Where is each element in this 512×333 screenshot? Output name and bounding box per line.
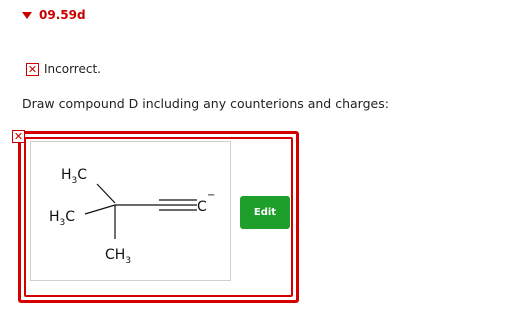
x-mark-icon: ✕ xyxy=(26,62,39,76)
edit-button[interactable]: Edit xyxy=(240,196,290,229)
status-row: ✕ Incorrect. xyxy=(26,62,101,76)
terminal-carbon-label: C xyxy=(197,199,207,215)
top-methyl-label: H3C xyxy=(61,167,87,186)
score-label: 09.59d xyxy=(39,8,86,22)
status-text: Incorrect. xyxy=(44,62,101,76)
bond-top xyxy=(96,183,116,204)
incorrect-corner-icon: ✕ xyxy=(12,130,25,143)
left-methyl-label: H3C xyxy=(49,209,75,228)
molecule-canvas[interactable]: H3C H3C CH3 C − xyxy=(30,141,231,281)
collapse-caret-icon[interactable] xyxy=(22,11,32,19)
question-prompt: Draw compound D including any counterion… xyxy=(22,96,389,111)
negative-charge-label: − xyxy=(207,190,215,201)
bottom-methyl-label: CH3 xyxy=(105,247,131,266)
molecule-drawing: H3C H3C CH3 C − xyxy=(49,167,215,266)
bond-left xyxy=(84,204,116,215)
score-header[interactable]: 09.59d xyxy=(22,7,86,23)
